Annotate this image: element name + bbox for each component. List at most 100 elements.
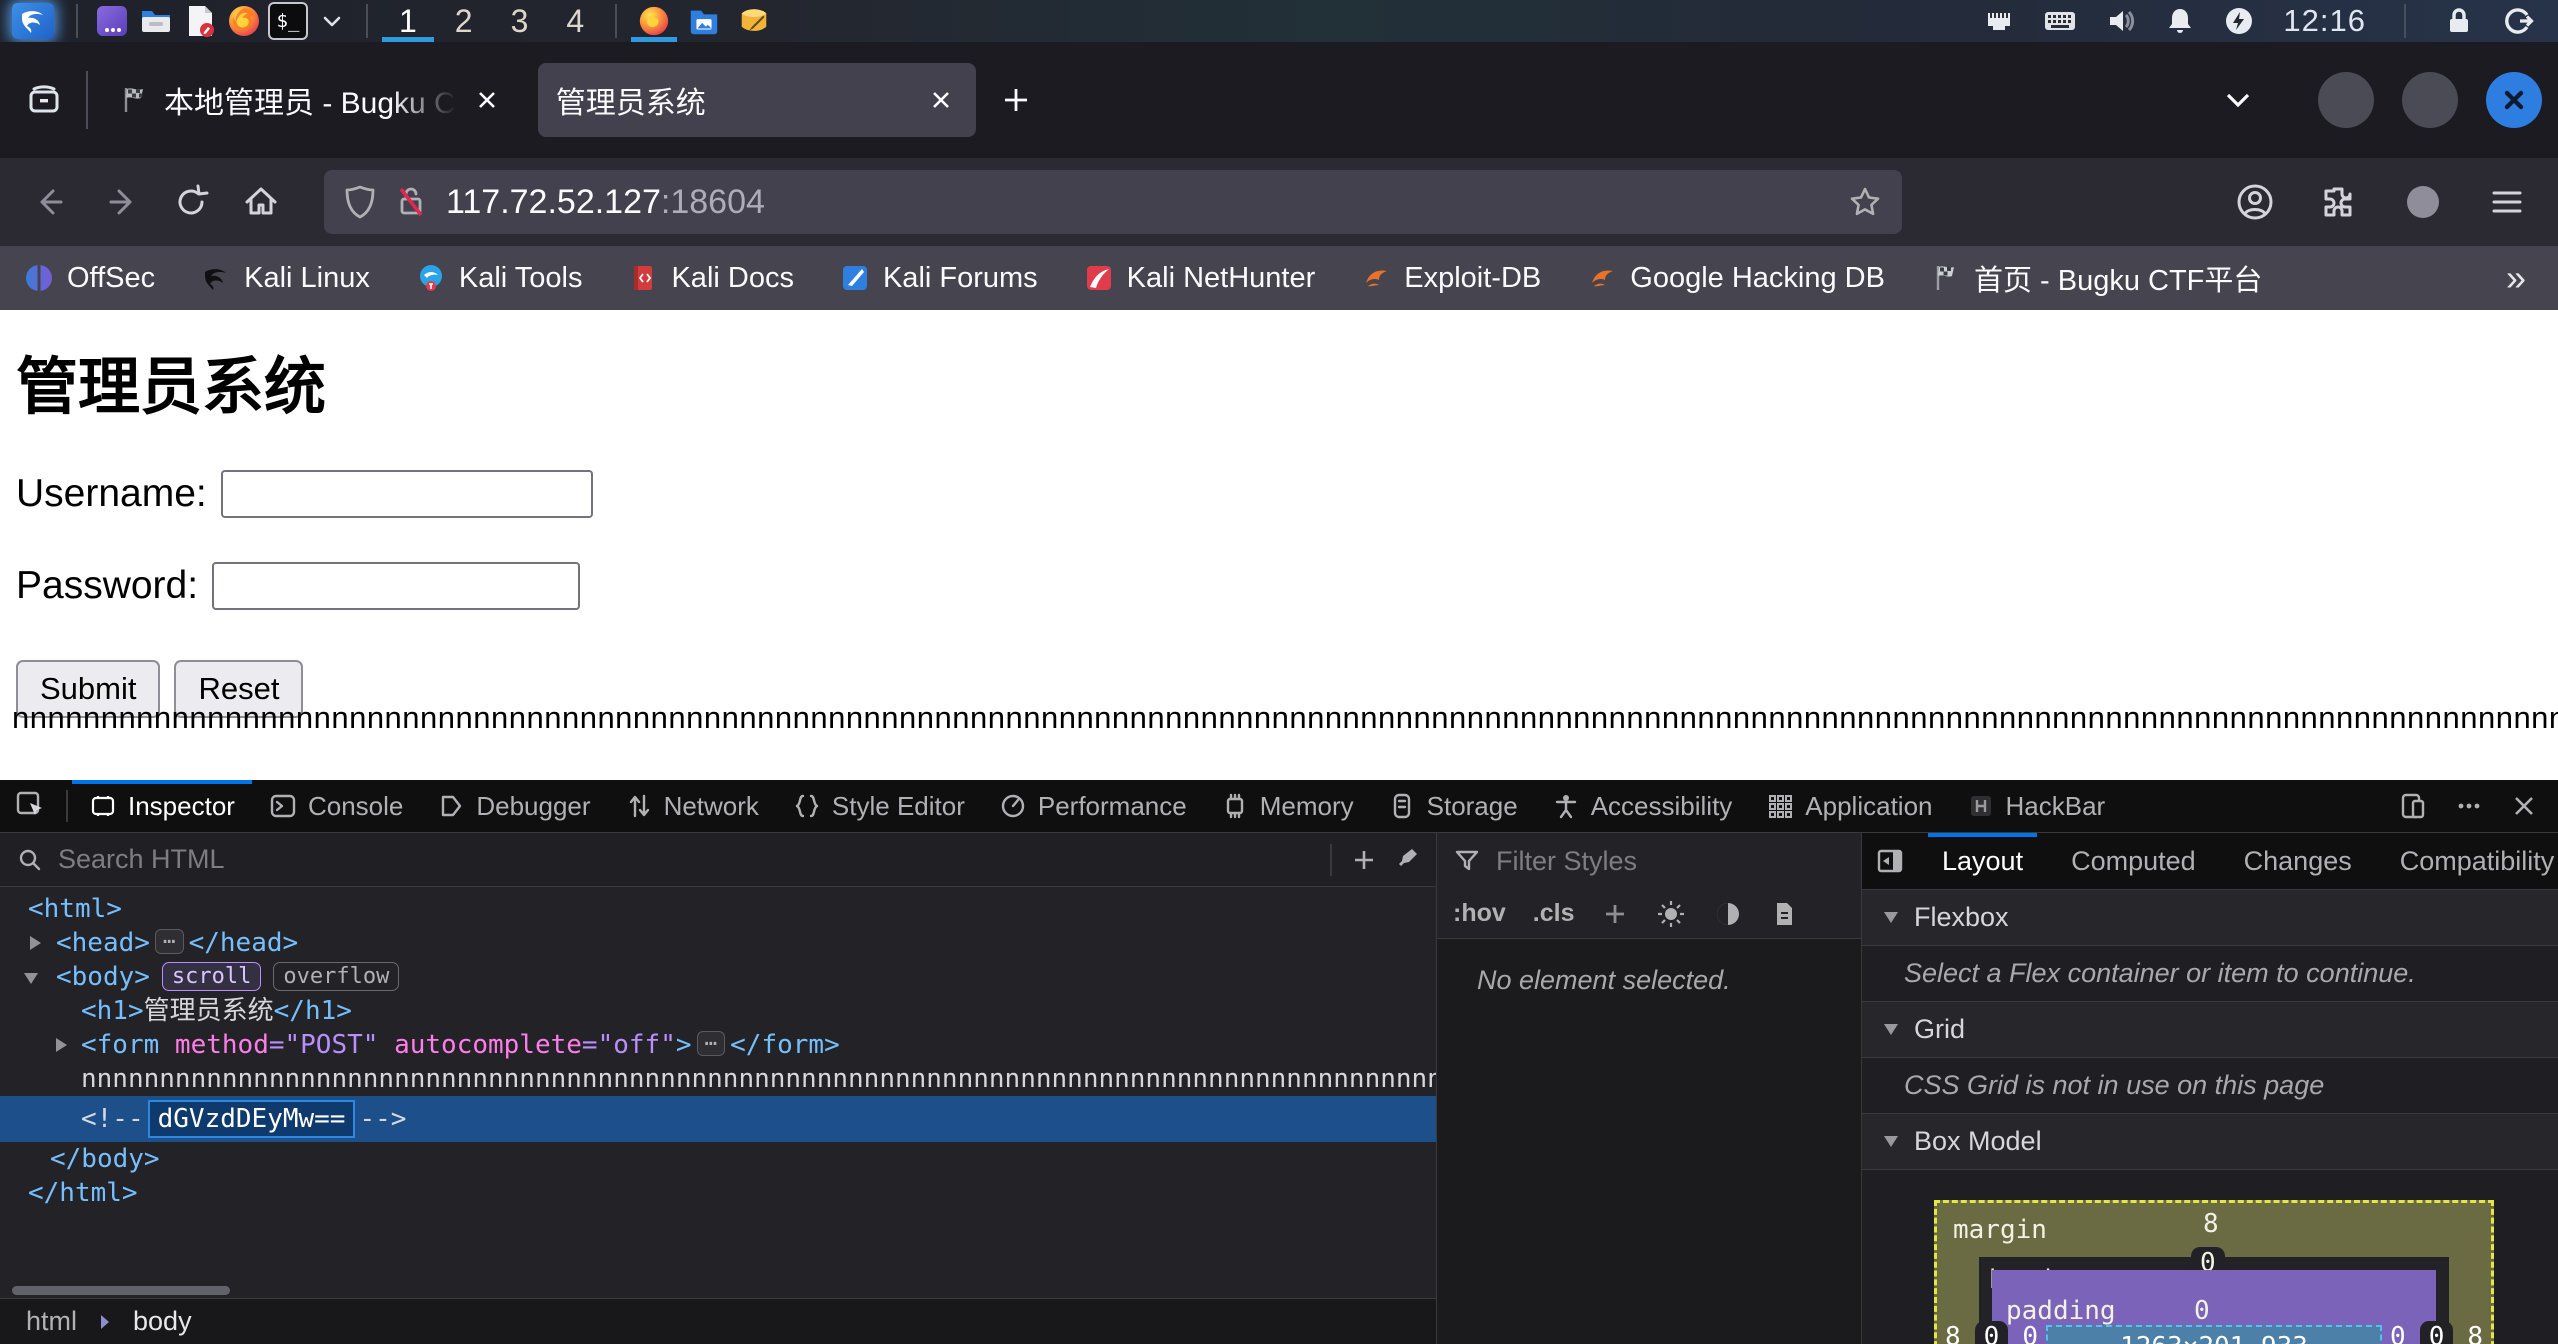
- bookmark-kali-linux[interactable]: Kali Linux: [201, 262, 370, 295]
- devtools-close-icon[interactable]: [2510, 792, 2538, 820]
- bookmarks-overflow-chevron[interactable]: »: [2506, 257, 2534, 299]
- boxmodel-margin-box[interactable]: margin 8 border 0 padding 0 1263×201.933: [1934, 1200, 2494, 1344]
- boxmodel-border-box[interactable]: border 0 padding 0 1263×201.933: [1979, 1257, 2449, 1344]
- node-comment-selected[interactable]: <!-- dGVzdDEyMw== -->: [0, 1096, 1436, 1142]
- border-right-value[interactable]: 0: [2420, 1321, 2454, 1344]
- node-text[interactable]: nnnnnnnnnnnnnnnnnnnnnnnnnnnnnnnnnnnnnnnn…: [0, 1062, 1436, 1096]
- workspace-2[interactable]: 2: [438, 0, 490, 42]
- sidebar-toggle-icon[interactable]: [1862, 833, 1918, 889]
- border-left-value[interactable]: 0: [1975, 1321, 2009, 1344]
- ellipsis-chip[interactable]: ⋯: [155, 929, 184, 954]
- light-theme-sun-icon[interactable]: [1656, 899, 1686, 929]
- print-media-contrast-icon[interactable]: [1713, 899, 1743, 929]
- tab-close-icon[interactable]: [470, 83, 504, 117]
- firefox-view-icon[interactable]: [16, 72, 72, 128]
- account-icon[interactable]: [2220, 170, 2290, 234]
- tab-changes[interactable]: Changes: [2220, 833, 2376, 889]
- taskbar-files-icon[interactable]: [681, 0, 727, 42]
- boxmodel-section-header[interactable]: Box Model: [1862, 1114, 2558, 1170]
- breadcrumb-html[interactable]: html: [26, 1306, 77, 1337]
- bookmark-exploit-db[interactable]: Exploit-DB: [1361, 262, 1541, 295]
- kali-menu-button[interactable]: [12, 3, 54, 39]
- devtools-tab-application[interactable]: Application: [1749, 780, 1949, 832]
- minimize-button[interactable]: [2318, 72, 2374, 128]
- filter-styles-input[interactable]: Filter Styles: [1437, 833, 1861, 889]
- node-body-close[interactable]: </body>: [0, 1142, 1436, 1176]
- forward-button[interactable]: [86, 170, 156, 234]
- search-html-bar[interactable]: Search HTML: [0, 833, 1436, 887]
- launcher-chevron-down-icon[interactable]: [312, 1, 352, 41]
- extensions-puzzle-icon[interactable]: [2304, 170, 2374, 234]
- tracking-shield-icon[interactable]: [344, 184, 376, 220]
- boxmodel-padding-box[interactable]: padding 0 1263×201.933: [1992, 1270, 2436, 1344]
- expand-arrow-icon[interactable]: [30, 936, 41, 950]
- scroll-badge[interactable]: scroll: [162, 962, 261, 991]
- node-body-open[interactable]: <body>scrolloverflow: [0, 960, 1436, 994]
- maximize-button[interactable]: [2402, 72, 2458, 128]
- url-bar[interactable]: 117.72.52.127:18604: [324, 170, 1902, 234]
- notifications-bell-icon[interactable]: [2165, 5, 2195, 37]
- comment-edit-field[interactable]: dGVzdDEyMw==: [148, 1100, 356, 1138]
- firefox-launcher-icon[interactable]: [224, 1, 264, 41]
- devtools-tab-hackbar[interactable]: HackBar: [1950, 780, 2123, 832]
- devtools-tab-debugger[interactable]: Debugger: [420, 780, 607, 832]
- list-all-tabs-chevron-icon[interactable]: [2210, 72, 2266, 128]
- devtools-tab-accessibility[interactable]: Accessibility: [1535, 780, 1750, 832]
- reload-button[interactable]: [156, 170, 226, 234]
- bookmark-kali-nethunter[interactable]: Kali NetHunter: [1084, 262, 1316, 295]
- terminal-icon[interactable]: $_: [268, 2, 308, 40]
- ellipsis-chip[interactable]: ⋯: [697, 1031, 726, 1056]
- browser-tab-bugku[interactable]: 本地管理员 - Bugku C: [102, 63, 522, 137]
- node-html-open[interactable]: <html>: [0, 892, 1436, 926]
- workspace-1[interactable]: 1: [382, 0, 434, 42]
- bookmark-star-icon[interactable]: [1848, 185, 1882, 219]
- home-button[interactable]: [226, 170, 296, 234]
- pseudo-class-toggle[interactable]: :hov: [1453, 899, 1506, 928]
- power-manager-icon[interactable]: [2223, 5, 2255, 37]
- tab-computed[interactable]: Computed: [2047, 833, 2220, 889]
- breadcrumb-body[interactable]: body: [133, 1306, 192, 1337]
- margin-left-value[interactable]: 8: [1945, 1322, 1961, 1344]
- meatball-menu-icon[interactable]: [2454, 791, 2484, 821]
- bookmark-kali-tools[interactable]: Kali Tools: [416, 262, 583, 295]
- devtools-tab-console[interactable]: Console: [252, 780, 420, 832]
- menu-hamburger-icon[interactable]: [2472, 170, 2542, 234]
- add-rule-icon[interactable]: [1601, 900, 1629, 928]
- bookmark-kali-forums[interactable]: Kali Forums: [840, 262, 1038, 295]
- page-style-doc-icon[interactable]: [1770, 900, 1798, 928]
- file-manager-icon[interactable]: [136, 1, 176, 41]
- volume-icon[interactable]: [2105, 5, 2137, 37]
- keyboard-layout-icon[interactable]: [2043, 5, 2077, 37]
- horizontal-scrollbar[interactable]: [0, 1284, 1436, 1298]
- devtools-tab-inspector[interactable]: Inspector: [72, 780, 252, 832]
- browser-tab-admin[interactable]: 管理员系统: [538, 63, 976, 137]
- devtools-tab-performance[interactable]: Performance: [982, 780, 1204, 832]
- logout-icon[interactable]: [2502, 5, 2534, 37]
- clock[interactable]: 12:16: [2283, 3, 2366, 39]
- lock-screen-icon[interactable]: [2444, 5, 2474, 37]
- bookmark-offsec[interactable]: OffSec: [24, 262, 155, 295]
- padding-top-value[interactable]: 0: [2194, 1296, 2210, 1326]
- boxmodel-content-box[interactable]: 1263×201.933: [2046, 1325, 2382, 1344]
- eyedropper-icon[interactable]: [1392, 846, 1420, 874]
- node-html-close[interactable]: </html>: [0, 1176, 1436, 1210]
- padding-left-value[interactable]: 0: [2022, 1322, 2038, 1344]
- workspace-4[interactable]: 4: [549, 0, 601, 42]
- add-node-icon[interactable]: [1350, 846, 1378, 874]
- insecure-lock-icon[interactable]: [394, 184, 428, 220]
- expand-arrow-icon[interactable]: [56, 1038, 67, 1052]
- overflow-badge[interactable]: overflow: [273, 962, 399, 991]
- devtools-tab-storage[interactable]: Storage: [1371, 780, 1535, 832]
- password-field[interactable]: [212, 562, 580, 610]
- responsive-mode-icon[interactable]: [2398, 791, 2428, 821]
- network-icon[interactable]: [1983, 5, 2015, 37]
- node-form[interactable]: <form method="POST" autocomplete="off">⋯…: [0, 1028, 1436, 1062]
- devtools-tab-style-editor[interactable]: Style Editor: [776, 780, 982, 832]
- profile-avatar-circle[interactable]: [2388, 170, 2458, 234]
- bookmark-google-hacking-db[interactable]: Google Hacking DB: [1587, 262, 1885, 295]
- margin-top-value[interactable]: 8: [2203, 1209, 2219, 1239]
- taskbar-editor-icon[interactable]: [731, 0, 777, 42]
- flexbox-section-header[interactable]: Flexbox: [1862, 890, 2558, 946]
- collapse-arrow-icon[interactable]: [24, 973, 38, 984]
- node-head[interactable]: <head>⋯</head>: [0, 926, 1436, 960]
